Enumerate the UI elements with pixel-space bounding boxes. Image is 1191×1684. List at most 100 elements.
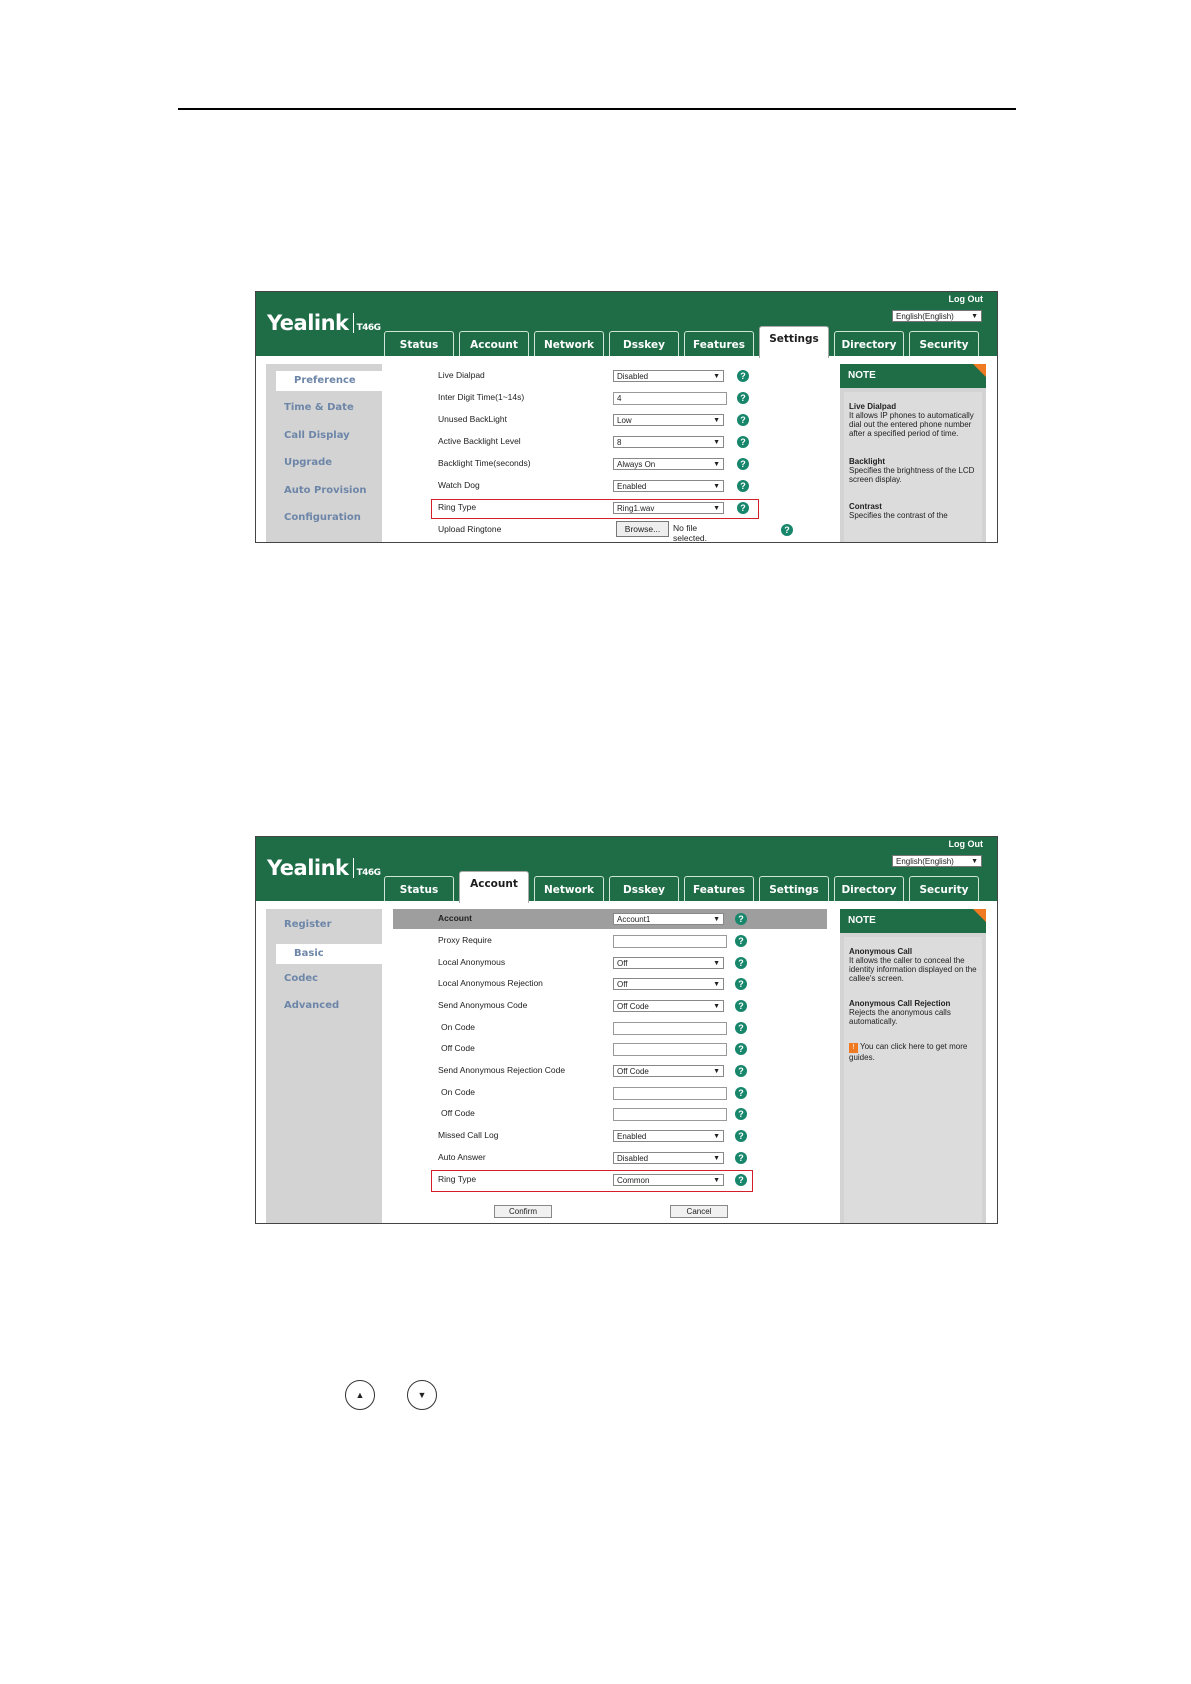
note-panel: NOTE Live Dialpad It allows IP phones to … xyxy=(840,364,986,542)
field-label: Local Anonymous xyxy=(438,957,506,967)
tab-directory[interactable]: Directory xyxy=(834,331,904,356)
field-label: Local Anonymous Rejection xyxy=(438,978,543,988)
field-label: Auto Answer xyxy=(438,1152,486,1162)
send-anonymous-rejection-code-select[interactable]: Off Code ▼ xyxy=(613,1065,724,1077)
note-item: Anonymous Call It allows the caller to co… xyxy=(849,947,977,983)
browse-button[interactable]: Browse... xyxy=(616,521,669,537)
tab-dsskey[interactable]: Dsskey xyxy=(609,876,679,901)
auto-answer-select[interactable]: Disabled ▼ xyxy=(613,1152,724,1164)
sidebar-item-auto-provision[interactable]: Auto Provision xyxy=(284,485,366,496)
help-icon[interactable]: ? xyxy=(735,1000,747,1012)
field-label: Backlight Time(seconds) xyxy=(438,458,531,468)
note-item: ! You can click here to get more guides. xyxy=(849,1042,977,1062)
tab-settings[interactable]: Settings xyxy=(759,876,829,901)
sidebar-item-basic[interactable]: Basic xyxy=(276,944,392,964)
local-anonymous-rejection-select[interactable]: Off ▼ xyxy=(613,978,724,990)
help-icon[interactable]: ? xyxy=(781,524,793,536)
help-icon[interactable]: ? xyxy=(737,414,749,426)
missed-call-log-select[interactable]: Enabled ▼ xyxy=(613,1130,724,1142)
tab-settings[interactable]: Settings xyxy=(759,326,829,358)
tab-status[interactable]: Status xyxy=(384,876,454,901)
sidebar-item-advanced[interactable]: Advanced xyxy=(284,1000,339,1011)
note-title: NOTE xyxy=(840,364,986,388)
tab-dsskey[interactable]: Dsskey xyxy=(609,331,679,356)
backlight-time-select[interactable]: Always On ▼ xyxy=(613,458,724,470)
help-icon[interactable]: ? xyxy=(735,1087,747,1099)
live-dialpad-select[interactable]: Disabled ▼ xyxy=(613,370,724,382)
sidebar-item-upgrade[interactable]: Upgrade xyxy=(284,457,332,468)
help-icon[interactable]: ? xyxy=(735,1130,747,1142)
tab-network[interactable]: Network xyxy=(534,876,604,901)
tab-security[interactable]: Security xyxy=(909,331,979,356)
tab-account[interactable]: Account xyxy=(459,871,529,903)
sidebar-item-preference[interactable]: Preference xyxy=(276,371,392,391)
tab-features[interactable]: Features xyxy=(684,876,754,901)
sidebar-item-configuration[interactable]: Configuration xyxy=(284,512,361,523)
inter-digit-time-input[interactable]: 4 xyxy=(613,392,727,405)
confirm-button[interactable]: Confirm xyxy=(494,1205,552,1218)
language-select[interactable]: English(English) ▼ xyxy=(892,310,982,322)
sidebar-item-register[interactable]: Register xyxy=(284,919,332,930)
proxy-require-input[interactable] xyxy=(613,935,727,948)
field-label: Off Code xyxy=(441,1108,475,1118)
yealink-logo: Yealink T46G xyxy=(267,311,381,335)
help-icon[interactable]: ? xyxy=(735,1108,747,1120)
on-code-input[interactable] xyxy=(613,1087,727,1100)
note-panel: NOTE Anonymous Call It allows the caller … xyxy=(840,909,986,1223)
help-icon[interactable]: ? xyxy=(737,392,749,404)
field-label: Send Anonymous Code xyxy=(438,1000,528,1010)
cancel-button[interactable]: Cancel xyxy=(670,1205,728,1218)
logout-link[interactable]: Log Out xyxy=(949,294,984,304)
sidebar-item-codec[interactable]: Codec xyxy=(284,973,318,984)
send-anonymous-code-select[interactable]: Off Code ▼ xyxy=(613,1000,724,1012)
language-select[interactable]: English(English) ▼ xyxy=(892,855,982,867)
field-label: Active Backlight Level xyxy=(438,436,521,446)
note-body: Anonymous Call It allows the caller to co… xyxy=(844,937,982,1223)
file-status-text: No file selected. xyxy=(673,523,708,543)
help-icon[interactable]: ? xyxy=(735,957,747,969)
field-label: Live Dialpad xyxy=(438,370,485,380)
on-code-input[interactable] xyxy=(613,1022,727,1035)
watch-dog-select[interactable]: Enabled ▼ xyxy=(613,480,724,492)
sidebar-item-call-display[interactable]: Call Display xyxy=(284,430,350,441)
sidebar: Register Basic Codec Advanced xyxy=(266,909,392,1223)
tab-directory[interactable]: Directory xyxy=(834,876,904,901)
tab-features[interactable]: Features xyxy=(684,331,754,356)
help-icon[interactable]: ? xyxy=(737,370,749,382)
help-icon[interactable]: ? xyxy=(735,1043,747,1055)
logout-link[interactable]: Log Out xyxy=(949,839,984,849)
help-icon[interactable]: ? xyxy=(735,1152,747,1164)
tab-status[interactable]: Status xyxy=(384,331,454,356)
tab-security[interactable]: Security xyxy=(909,876,979,901)
field-label: Inter Digit Time(1~14s) xyxy=(438,392,525,402)
help-icon[interactable]: ? xyxy=(737,458,749,470)
account-select[interactable]: Account1 ▼ xyxy=(613,913,724,925)
local-anonymous-select[interactable]: Off ▼ xyxy=(613,957,724,969)
help-icon[interactable]: ? xyxy=(735,1065,747,1077)
off-code-input[interactable] xyxy=(613,1108,727,1121)
unused-backlight-select[interactable]: Low ▼ xyxy=(613,414,724,426)
field-label: Off Code xyxy=(441,1043,475,1053)
down-arrow-key-icon: ▼ xyxy=(407,1380,437,1410)
help-icon[interactable]: ? xyxy=(737,480,749,492)
tab-account[interactable]: Account xyxy=(459,331,529,356)
field-label: Upload Ringtone xyxy=(438,524,502,534)
field-label: On Code xyxy=(441,1087,476,1097)
off-code-input[interactable] xyxy=(613,1043,727,1056)
help-icon[interactable]: ? xyxy=(735,978,747,990)
ring-type-highlight xyxy=(431,499,759,519)
help-icon[interactable]: ? xyxy=(735,1022,747,1034)
note-item: Anonymous Call Rejection Rejects the anon… xyxy=(849,999,951,1026)
header-bar: Yealink T46G Log Out English(English) ▼ St… xyxy=(256,292,997,358)
help-icon[interactable]: ? xyxy=(735,913,747,925)
header-bar: Yealink T46G Log Out English(English) ▼ St… xyxy=(256,837,997,903)
active-backlight-level-select[interactable]: 8 ▼ xyxy=(613,436,724,448)
note-item: Live Dialpad It allows IP phones to autom… xyxy=(849,402,974,438)
note-item: Contrast Specifies the contrast of the xyxy=(849,502,948,520)
tab-network[interactable]: Network xyxy=(534,331,604,356)
help-icon[interactable]: ? xyxy=(737,436,749,448)
guides-link[interactable]: You can click here to get more guides. xyxy=(849,1042,967,1062)
help-icon[interactable]: ? xyxy=(735,935,747,947)
sidebar: Preference Time & Date Call Display Upgr… xyxy=(266,364,392,542)
sidebar-item-time-date[interactable]: Time & Date xyxy=(284,402,354,413)
